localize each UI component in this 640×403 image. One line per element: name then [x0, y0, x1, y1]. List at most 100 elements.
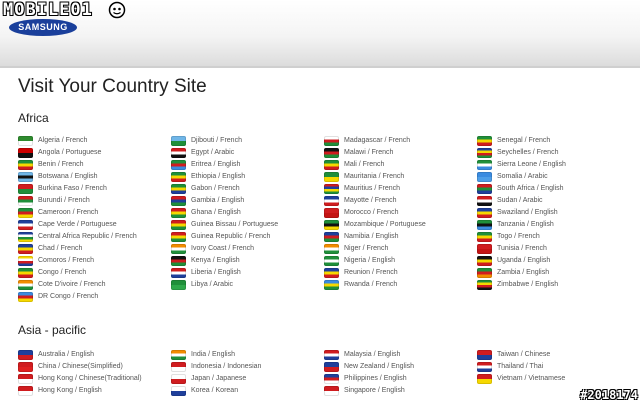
country-link-vietnam[interactable]: Vietnam / Vietnamese: [477, 373, 627, 385]
country-label: Burundi / French: [38, 197, 90, 204]
flag-icon: [324, 244, 339, 254]
flag-icon: [324, 196, 339, 206]
country-link-ghana[interactable]: Ghana / English: [171, 207, 321, 219]
country-link-mauritius[interactable]: Mauritius / French: [324, 183, 474, 195]
country-link-kenya[interactable]: Kenya / English: [171, 255, 321, 267]
country-label: Namibia / English: [344, 233, 399, 240]
country-column-2: India / English Indonesia / Indonesian Jap…: [171, 349, 321, 397]
country-link-mozambique[interactable]: Mozambique / Portuguese: [324, 219, 474, 231]
country-label: Mozambique / Portuguese: [344, 221, 426, 228]
country-link-morocco[interactable]: Morocco / French: [324, 207, 474, 219]
country-link-madagascar[interactable]: Madagascar / French: [324, 135, 474, 147]
country-label: Nigeria / English: [344, 257, 395, 264]
country-label: Cameroon / French: [38, 209, 99, 216]
country-link-rwanda[interactable]: Rwanda / French: [324, 279, 474, 291]
country-label: Swaziland / English: [497, 209, 558, 216]
country-link-benin[interactable]: Benin / French: [18, 159, 168, 171]
country-link-malawi[interactable]: Malawi / French: [324, 147, 474, 159]
country-link-uganda[interactable]: Uganda / English: [477, 255, 627, 267]
flag-icon: [171, 220, 186, 230]
country-link-guinea-bissau[interactable]: Guinea Bissau / Portuguese: [171, 219, 321, 231]
country-link-togo[interactable]: Togo / French: [477, 231, 627, 243]
flag-icon: [324, 160, 339, 170]
country-label: Ivory Coast / French: [191, 245, 255, 252]
samsung-logo[interactable]: SAMSUNG: [9, 19, 77, 36]
country-link-somalia[interactable]: Somalia / Arabic: [477, 171, 627, 183]
flag-icon: [477, 196, 492, 206]
flag-icon: [171, 268, 186, 278]
flag-icon: [171, 196, 186, 206]
country-link-ivory-coast[interactable]: Ivory Coast / French: [171, 243, 321, 255]
country-link-tanzania[interactable]: Tanzania / English: [477, 219, 627, 231]
country-link-india[interactable]: India / English: [171, 349, 321, 361]
country-link-taiwan[interactable]: Taiwan / Chinese: [477, 349, 627, 361]
flag-icon: [171, 232, 186, 242]
country-link-botswana[interactable]: Botswana / English: [18, 171, 168, 183]
country-link-malaysia[interactable]: Malaysia / English: [324, 349, 474, 361]
country-link-niger[interactable]: Niger / French: [324, 243, 474, 255]
country-label: Egypt / Arabic: [191, 149, 235, 156]
country-link-eritrea[interactable]: Eritrea / English: [171, 159, 321, 171]
country-link-seychelles[interactable]: Seychelles / French: [477, 147, 627, 159]
country-link-nigeria[interactable]: Nigeria / English: [324, 255, 474, 267]
country-link-burkina-faso[interactable]: Burkina Faso / French: [18, 183, 168, 195]
country-link-thailand[interactable]: Thailand / Thai: [477, 361, 627, 373]
country-link-zimbabwe[interactable]: Zimbabwe / English: [477, 279, 627, 291]
country-label: South Africa / English: [497, 185, 564, 192]
country-link-philippines[interactable]: Philippines / English: [324, 373, 474, 385]
country-link-mauritania[interactable]: Mauritania / French: [324, 171, 474, 183]
country-link-guinea-republic[interactable]: Guinea Republic / French: [171, 231, 321, 243]
flag-icon: [324, 172, 339, 182]
country-link-china[interactable]: China / Chinese(Simplified): [18, 361, 168, 373]
country-label: Guinea Bissau / Portuguese: [191, 221, 279, 228]
country-label: Hong Kong / English: [38, 387, 102, 394]
country-link-gambia[interactable]: Gambia / English: [171, 195, 321, 207]
flag-icon: [171, 280, 186, 290]
country-link-mayotte[interactable]: Mayotte / French: [324, 195, 474, 207]
country-link-liberia[interactable]: Liberia / English: [171, 267, 321, 279]
country-label: Comoros / French: [38, 257, 95, 264]
country-link-zambia[interactable]: Zambia / English: [477, 267, 627, 279]
country-link-central-africa-republic[interactable]: Central Africa Republic / French: [18, 231, 168, 243]
country-link-ethiopia[interactable]: Ethiopia / English: [171, 171, 321, 183]
country-link-libya[interactable]: Libya / Arabic: [171, 279, 321, 291]
country-link-sudan[interactable]: Sudan / Arabic: [477, 195, 627, 207]
country-link-hong-kong[interactable]: Hong Kong / English: [18, 385, 168, 397]
flag-icon: [171, 136, 186, 146]
flag-icon: [18, 184, 33, 194]
country-link-djibouti[interactable]: Djibouti / French: [171, 135, 321, 147]
country-link-japan[interactable]: Japan / Japanese: [171, 373, 321, 385]
country-link-australia[interactable]: Australia / English: [18, 349, 168, 361]
country-link-dr-congo[interactable]: DR Congo / French: [18, 291, 168, 303]
country-link-new-zealand[interactable]: New Zealand / English: [324, 361, 474, 373]
country-link-mali[interactable]: Mali / French: [324, 159, 474, 171]
country-link-cape-verde[interactable]: Cape Verde / Portuguese: [18, 219, 168, 231]
country-label: Sierra Leone / English: [497, 161, 566, 168]
country-link-sierra-leone[interactable]: Sierra Leone / English: [477, 159, 627, 171]
country-link-egypt[interactable]: Egypt / Arabic: [171, 147, 321, 159]
country-link-hong-kong[interactable]: Hong Kong / Chinese(Traditional): [18, 373, 168, 385]
country-label: Zambia / English: [497, 269, 550, 276]
country-link-gabon[interactable]: Gabon / French: [171, 183, 321, 195]
country-link-singapore[interactable]: Singapore / English: [324, 385, 474, 397]
country-link-chad[interactable]: Chad / French: [18, 243, 168, 255]
country-link-senegal[interactable]: Senegal / French: [477, 135, 627, 147]
country-link-angola[interactable]: Angola / Portuguese: [18, 147, 168, 159]
country-link-comoros[interactable]: Comoros / French: [18, 255, 168, 267]
country-link-indonesia[interactable]: Indonesia / Indonesian: [171, 361, 321, 373]
country-link-burundi[interactable]: Burundi / French: [18, 195, 168, 207]
country-link-cameroon[interactable]: Cameroon / French: [18, 207, 168, 219]
flag-icon: [171, 172, 186, 182]
country-label: Australia / English: [38, 351, 95, 358]
flag-icon: [477, 208, 492, 218]
country-link-tunisia[interactable]: Tunisia / French: [477, 243, 627, 255]
country-link-reunion[interactable]: Reunion / French: [324, 267, 474, 279]
country-link-korea[interactable]: Korea / Korean: [171, 385, 321, 397]
country-link-algeria[interactable]: Algeria / French: [18, 135, 168, 147]
country-label: Chad / French: [38, 245, 83, 252]
country-link-congo[interactable]: Congo / French: [18, 267, 168, 279]
country-link-south-africa[interactable]: South Africa / English: [477, 183, 627, 195]
country-link-namibia[interactable]: Namibia / English: [324, 231, 474, 243]
country-link-cote-d-ivoire[interactable]: Cote D'ivoire / French: [18, 279, 168, 291]
country-link-swaziland[interactable]: Swaziland / English: [477, 207, 627, 219]
